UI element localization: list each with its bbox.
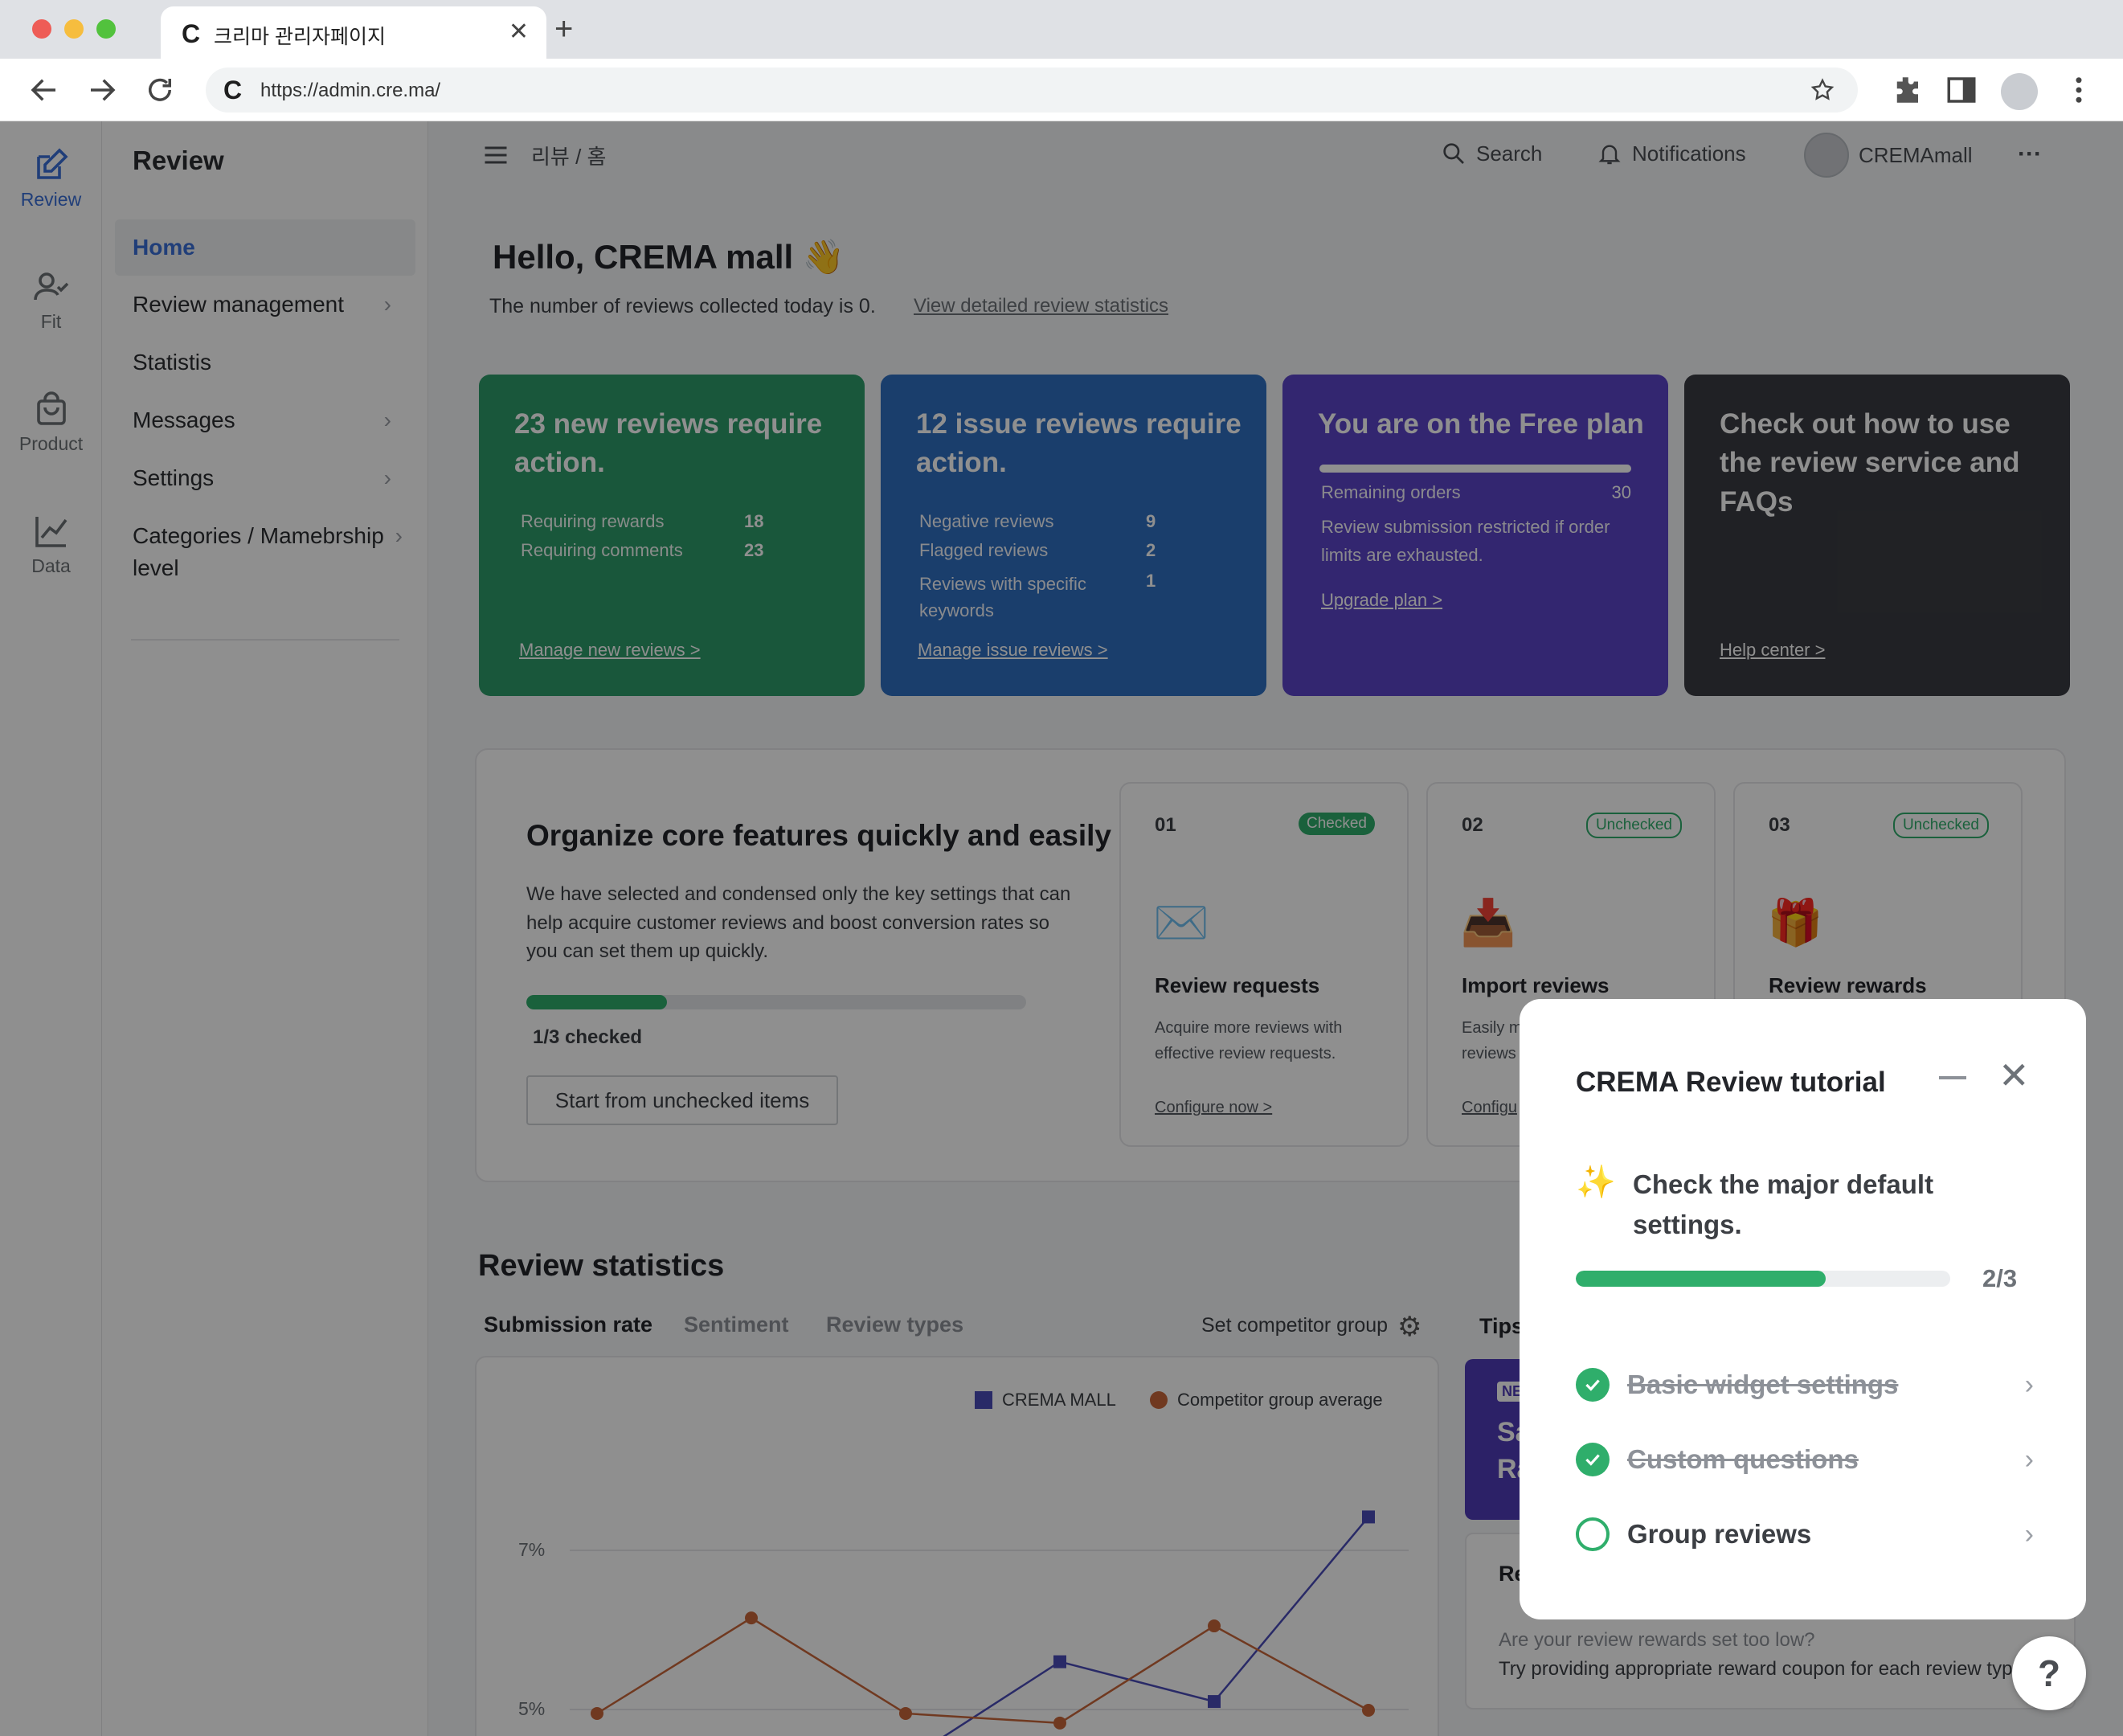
browser-tab[interactable]: C 크리마 관리자페이지 ✕ — [161, 6, 546, 59]
tutorial-item-basic-widget[interactable]: Basic widget settings › — [1576, 1362, 2034, 1407]
browser-menu-icon[interactable] — [2062, 73, 2096, 107]
crema-favicon-icon: C — [182, 19, 201, 48]
address-bar[interactable]: C https://admin.cre.ma/ — [206, 68, 1858, 113]
chevron-right-icon: › — [2024, 1518, 2034, 1550]
browser-toolbar: C https://admin.cre.ma/ — [0, 59, 2123, 121]
chevron-right-icon: › — [2024, 1369, 2034, 1400]
tutorial-item-label: Custom questions — [1627, 1444, 1859, 1474]
close-icon[interactable]: ✕ — [1998, 1057, 2030, 1094]
url-text[interactable]: https://admin.cre.ma/ — [260, 80, 440, 102]
minimize-icon[interactable] — [1939, 1076, 1966, 1079]
tutorial-heading: Check the major default settings. — [1633, 1169, 1934, 1239]
tutorial-popup: CREMA Review tutorial ✕ ✨ Check the majo… — [1520, 999, 2086, 1619]
help-button[interactable]: ? — [2012, 1636, 2086, 1710]
window-maximize-dot[interactable] — [96, 19, 116, 39]
tutorial-item-label: Basic widget settings — [1627, 1370, 1899, 1399]
profile-avatar[interactable] — [2001, 73, 2038, 110]
sparkles-icon: ✨ — [1576, 1165, 1616, 1200]
side-panel-icon[interactable] — [1945, 73, 1978, 107]
site-favicon-icon: C — [223, 76, 243, 104]
extensions-puzzle-icon[interactable] — [1890, 73, 1924, 107]
tab-close-icon[interactable]: ✕ — [509, 18, 529, 46]
back-arrow-icon[interactable] — [27, 73, 61, 107]
window-minimize-dot[interactable] — [64, 19, 84, 39]
forward-arrow-icon[interactable] — [85, 73, 119, 107]
tutorial-item-custom-questions[interactable]: Custom questions › — [1576, 1437, 2034, 1482]
bookmark-star-icon[interactable] — [1810, 77, 1835, 103]
empty-circle-icon — [1576, 1517, 1610, 1551]
check-circle-icon — [1576, 1368, 1610, 1402]
browser-tab-bar: C 크리마 관리자페이지 ✕ + — [0, 0, 2123, 59]
tutorial-item-group-reviews[interactable]: Group reviews › — [1576, 1512, 2034, 1557]
tutorial-progress-count: 2/3 — [1982, 1264, 2018, 1292]
tutorial-item-label: Group reviews — [1627, 1519, 1812, 1549]
tutorial-progress-fill — [1576, 1271, 1826, 1287]
tab-title: 크리마 관리자페이지 — [214, 26, 386, 48]
window-close-dot[interactable] — [32, 19, 51, 39]
tutorial-title: CREMA Review tutorial — [1576, 1067, 1886, 1098]
reload-icon[interactable] — [143, 73, 177, 107]
new-tab-icon[interactable]: + — [554, 11, 573, 47]
tutorial-progress-bar — [1576, 1271, 1950, 1287]
check-circle-icon — [1576, 1443, 1610, 1476]
chevron-right-icon: › — [2024, 1443, 2034, 1475]
